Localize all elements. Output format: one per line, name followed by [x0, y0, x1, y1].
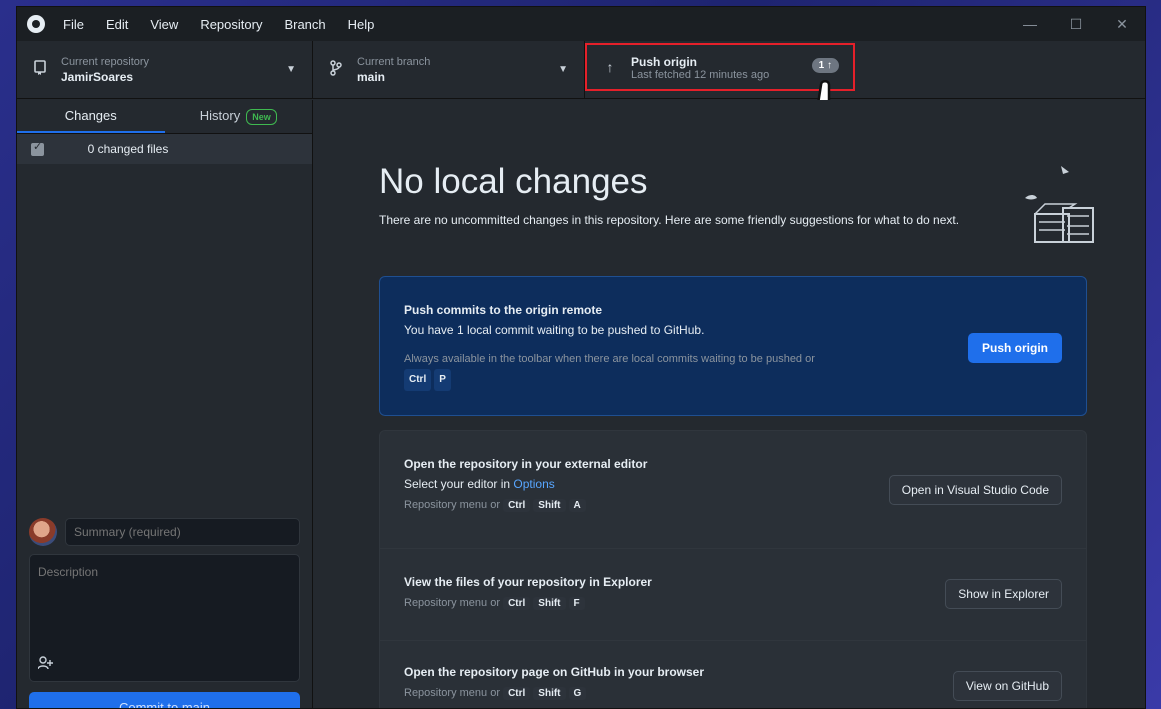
- github-hint-text: Repository menu or: [404, 687, 500, 699]
- kbd-shift: Shift: [533, 499, 566, 512]
- minimize-icon[interactable]: —: [1007, 16, 1053, 33]
- commit-count-badge: 1 ↑: [811, 58, 839, 73]
- push-subtitle: Last fetched 12 minutes ago: [631, 69, 770, 81]
- kbd-g: G: [568, 687, 587, 700]
- tab-changes-label: Changes: [64, 108, 117, 123]
- title-bar: File Edit View Repository Branch Help — …: [17, 7, 1145, 41]
- page-title: No local changes: [379, 162, 648, 201]
- show-in-explorer-button[interactable]: Show in Explorer: [945, 579, 1062, 609]
- sidebar-tabs: Changes History New: [17, 100, 312, 134]
- editor-subtitle-text: Select your editor in: [404, 477, 514, 491]
- kbd-p: P: [434, 369, 451, 391]
- arrow-up-icon: ↑: [606, 59, 614, 75]
- options-link[interactable]: Options: [513, 477, 554, 491]
- push-title: Push origin: [631, 55, 697, 69]
- summary-input[interactable]: [65, 518, 300, 546]
- page-subtext: There are no uncommitted changes in this…: [379, 213, 960, 227]
- menu-help[interactable]: Help: [348, 17, 375, 32]
- push-commits-card: Push commits to the origin remote You ha…: [379, 276, 1087, 416]
- repo-name: JamirSoares: [61, 69, 134, 84]
- kbd-shift: Shift: [533, 687, 566, 700]
- editor-hint-text: Repository menu or: [404, 499, 500, 511]
- editor-suggestion: Open the repository in your external edi…: [380, 431, 1086, 549]
- suggestions-card: Open the repository in your external edi…: [379, 430, 1087, 708]
- open-in-vscode-button[interactable]: Open in Visual Studio Code: [888, 475, 1062, 505]
- repo-label: Current repository: [61, 55, 150, 68]
- main-panel: No local changes There are no uncommitte…: [314, 100, 1145, 708]
- commit-button[interactable]: Commit to main: [29, 692, 300, 708]
- current-branch-dropdown[interactable]: Current branch main ▼: [313, 41, 585, 98]
- close-icon[interactable]: ✕: [1099, 16, 1145, 33]
- menu-repository[interactable]: Repository: [200, 17, 262, 32]
- view-on-github-button[interactable]: View on GitHub: [952, 671, 1062, 701]
- menu-file[interactable]: File: [63, 17, 84, 32]
- push-card-desc: You have 1 local commit waiting to be pu…: [404, 323, 705, 337]
- repo-icon: [29, 60, 51, 79]
- branch-label: Current branch: [357, 55, 431, 68]
- tab-history[interactable]: History New: [165, 100, 313, 133]
- new-badge: New: [246, 108, 277, 125]
- editor-title: Open the repository in your external edi…: [404, 457, 648, 471]
- kbd-ctrl: Ctrl: [404, 369, 432, 391]
- push-card-hint-text: Always available in the toolbar when the…: [404, 353, 815, 365]
- kbd-ctrl: Ctrl: [503, 597, 531, 610]
- description-box: [29, 554, 300, 682]
- changed-files-count: 0 changed files: [87, 142, 169, 156]
- menu-edit[interactable]: Edit: [106, 17, 128, 32]
- github-logo-icon: [27, 15, 45, 33]
- branch-name: main: [357, 69, 386, 84]
- explorer-suggestion: View the files of your repository in Exp…: [380, 549, 1086, 641]
- changed-files-header: 0 changed files: [17, 134, 312, 164]
- push-card-title: Push commits to the origin remote: [404, 303, 603, 317]
- description-input[interactable]: [30, 555, 299, 681]
- maximize-icon[interactable]: ☐: [1053, 16, 1099, 33]
- github-suggestion: Open the repository page on GitHub in yo…: [380, 641, 1086, 708]
- current-repository-dropdown[interactable]: Current repository JamirSoares ▼: [17, 41, 313, 98]
- menu-view[interactable]: View: [150, 17, 178, 32]
- select-all-checkbox[interactable]: [31, 140, 44, 156]
- boxes-illustration-icon: [1025, 166, 1094, 243]
- kbd-f: F: [568, 597, 585, 610]
- chevron-down-icon: ▼: [558, 64, 568, 75]
- tab-changes[interactable]: Changes: [17, 100, 165, 133]
- chevron-down-icon: ▼: [286, 64, 296, 75]
- menu-branch[interactable]: Branch: [284, 17, 325, 32]
- avatar: [29, 518, 57, 546]
- push-origin-card-button[interactable]: Push origin: [968, 333, 1062, 363]
- kbd-ctrl: Ctrl: [503, 687, 531, 700]
- explorer-hint-text: Repository menu or: [404, 597, 500, 609]
- branch-icon: [325, 60, 347, 79]
- add-coauthor-icon[interactable]: [37, 656, 54, 673]
- commit-area: Commit to main: [17, 512, 312, 708]
- kbd-a: A: [568, 499, 586, 512]
- sidebar: Changes History New 0 changed files Commi…: [17, 100, 313, 708]
- tab-history-label: History: [199, 108, 241, 123]
- app-window: File Edit View Repository Branch Help — …: [16, 6, 1146, 709]
- window-controls: — ☐ ✕: [1007, 16, 1145, 33]
- kbd-shift: Shift: [533, 597, 566, 610]
- kbd-ctrl: Ctrl: [503, 499, 531, 512]
- toolbar: Current repository JamirSoares ▼ Current…: [17, 41, 1145, 99]
- push-card-hint: Always available in the toolbar when the…: [404, 349, 1062, 391]
